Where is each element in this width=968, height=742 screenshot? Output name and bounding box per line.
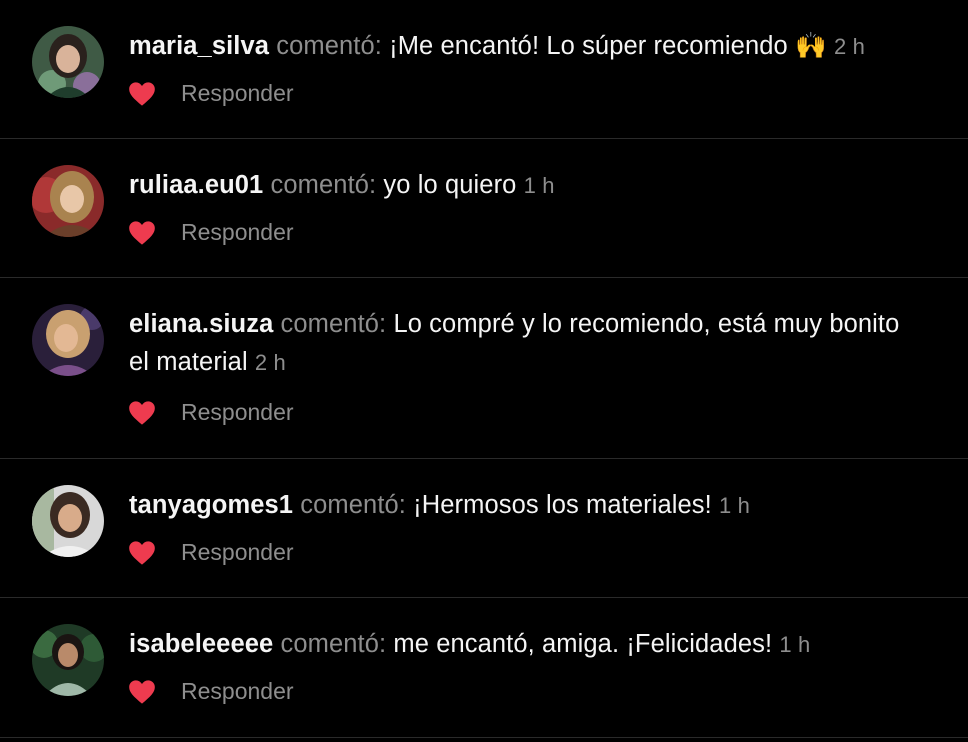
comment-time: 2 h: [834, 34, 865, 59]
reply-button[interactable]: Responder: [181, 539, 294, 566]
comment-verb: comentó:: [300, 491, 406, 519]
comment-text: maria_silva comentó: ¡Me encantó! Lo súp…: [129, 27, 908, 66]
heart-icon[interactable]: [128, 540, 156, 566]
comment-item: eliana.siuza comentó: Lo compré y lo rec…: [0, 278, 968, 459]
comment-actions: Responder: [128, 219, 294, 246]
comment-message: yo lo quiero: [383, 171, 517, 199]
avatar[interactable]: [32, 26, 104, 98]
comment-verb: comentó:: [280, 310, 387, 338]
comment-text: eliana.siuza comentó: Lo compré y lo rec…: [129, 305, 908, 382]
heart-icon[interactable]: [128, 400, 156, 426]
comment-verb: comentó:: [270, 171, 377, 199]
comment-item: tanyagomes1 comentó: ¡Hermosos los mater…: [0, 459, 968, 598]
reply-button[interactable]: Responder: [181, 80, 294, 107]
comment-message: ¡Me encantó! Lo súper recomiendo 🙌: [389, 32, 827, 60]
avatar[interactable]: [32, 485, 104, 557]
reply-button[interactable]: Responder: [181, 678, 294, 705]
comment-actions: Responder: [128, 399, 294, 426]
username-link[interactable]: isabeleeeee: [129, 630, 273, 658]
heart-icon[interactable]: [128, 81, 156, 107]
comment-actions: Responder: [128, 678, 294, 705]
username-link[interactable]: maria_silva: [129, 32, 269, 60]
comment-time: 1 h: [779, 632, 811, 657]
heart-icon[interactable]: [128, 220, 156, 246]
comment-body: isabeleeeee comentó: me encantó, amiga. …: [129, 625, 908, 664]
comment-text: tanyagomes1 comentó: ¡Hermosos los mater…: [129, 486, 908, 525]
username-link[interactable]: tanyagomes1: [129, 491, 293, 519]
comment-list: maria_silva comentó: ¡Me encantó! Lo súp…: [0, 0, 968, 738]
comment-item: ruliaa.eu01 comentó: yo lo quiero 1 h Re…: [0, 139, 968, 278]
comment-body: ruliaa.eu01 comentó: yo lo quiero 1 h: [129, 166, 908, 205]
comment-message: me encantó, amiga. ¡Felicidades!: [393, 630, 773, 658]
comment-verb: comentó:: [280, 630, 387, 658]
comment-text: isabeleeeee comentó: me encantó, amiga. …: [129, 625, 908, 664]
avatar[interactable]: [32, 304, 104, 376]
comment-body: eliana.siuza comentó: Lo compré y lo rec…: [129, 305, 908, 382]
comment-message: ¡Hermosos los materiales!: [413, 491, 712, 519]
avatar[interactable]: [32, 165, 104, 237]
reply-button[interactable]: Responder: [181, 219, 294, 246]
heart-icon[interactable]: [128, 679, 156, 705]
reply-button[interactable]: Responder: [181, 399, 294, 426]
username-link[interactable]: ruliaa.eu01: [129, 171, 263, 199]
comment-time: 2 h: [254, 350, 286, 375]
comment-text: ruliaa.eu01 comentó: yo lo quiero 1 h: [129, 166, 908, 205]
comment-verb: comentó:: [276, 32, 382, 60]
comment-body: tanyagomes1 comentó: ¡Hermosos los mater…: [129, 486, 908, 525]
comment-actions: Responder: [128, 539, 294, 566]
comment-time: 1 h: [719, 493, 750, 518]
comment-time: 1 h: [523, 173, 555, 198]
comment-actions: Responder: [128, 80, 294, 107]
comment-body: maria_silva comentó: ¡Me encantó! Lo súp…: [129, 27, 908, 66]
avatar[interactable]: [32, 624, 104, 696]
username-link[interactable]: eliana.siuza: [129, 310, 273, 338]
comment-item: isabeleeeee comentó: me encantó, amiga. …: [0, 598, 968, 738]
comment-item: maria_silva comentó: ¡Me encantó! Lo súp…: [0, 0, 968, 139]
